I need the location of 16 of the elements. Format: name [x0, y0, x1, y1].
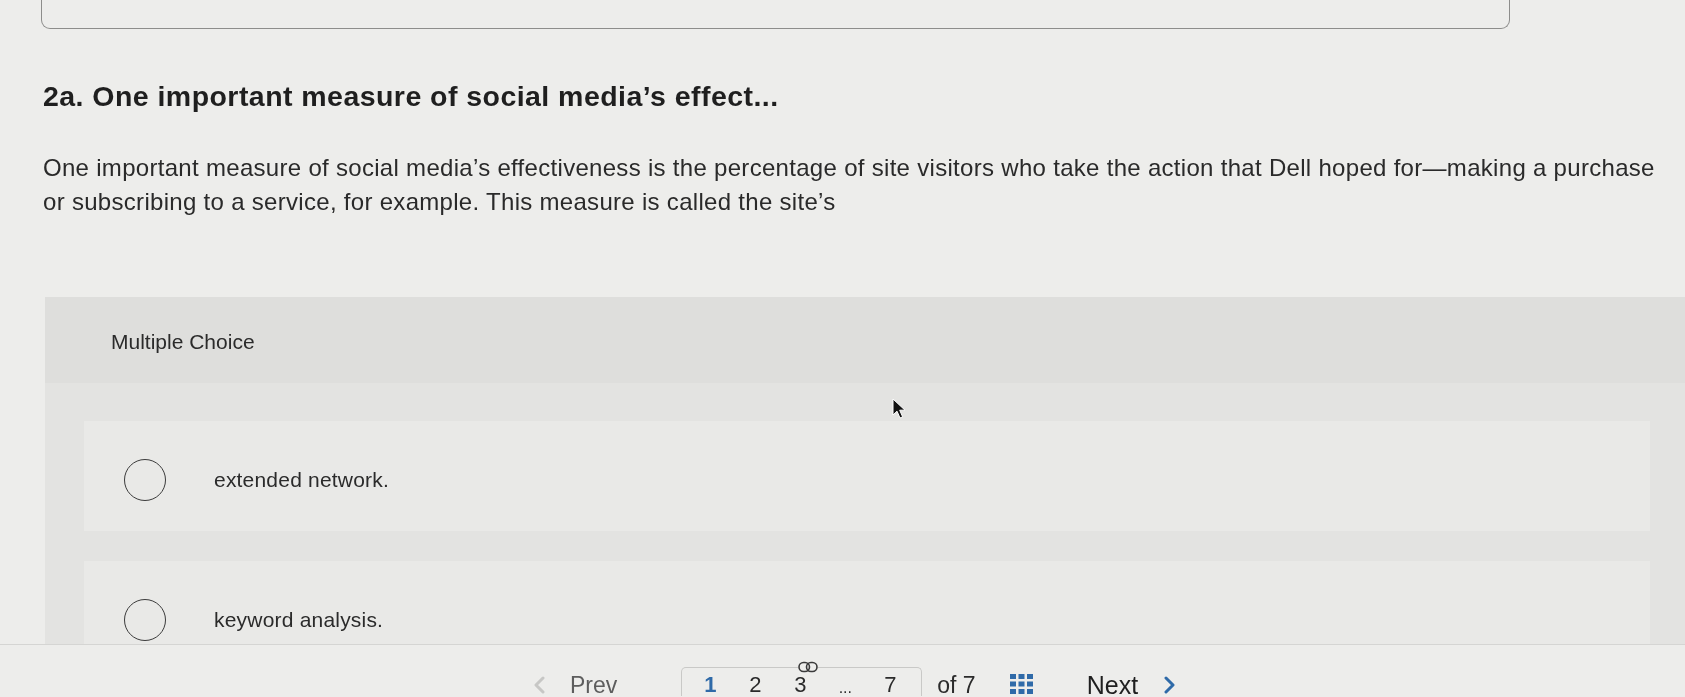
cursor-icon: [892, 398, 906, 419]
chevron-left-icon: [534, 676, 545, 694]
question-title: 2a. One important measure of social media’s effect...: [43, 80, 779, 112]
next-button[interactable]: Next: [1086, 672, 1176, 697]
page-number[interactable]: 3: [785, 674, 816, 696]
answer-option[interactable]: keyword analysis.: [84, 561, 1650, 644]
chevron-right-icon: [1164, 676, 1176, 694]
page-number[interactable]: 1: [695, 674, 726, 696]
grid-icon[interactable]: [1009, 674, 1033, 694]
page-number[interactable]: 2: [740, 674, 771, 696]
answer-option[interactable]: extended network.: [84, 421, 1650, 531]
question-type-label: Multiple Choice: [111, 329, 255, 355]
question-text: One important measure of social media’s effectiveness is the percentage of site visitors who take the action that Dell hoped for—making a purchase or subscribing to a service, for example. This measure is called the site’s: [43, 153, 1656, 217]
page-number[interactable]: 7: [875, 674, 906, 696]
page-ellipsis: ...: [837, 678, 853, 696]
page-total: of 7: [937, 672, 976, 697]
